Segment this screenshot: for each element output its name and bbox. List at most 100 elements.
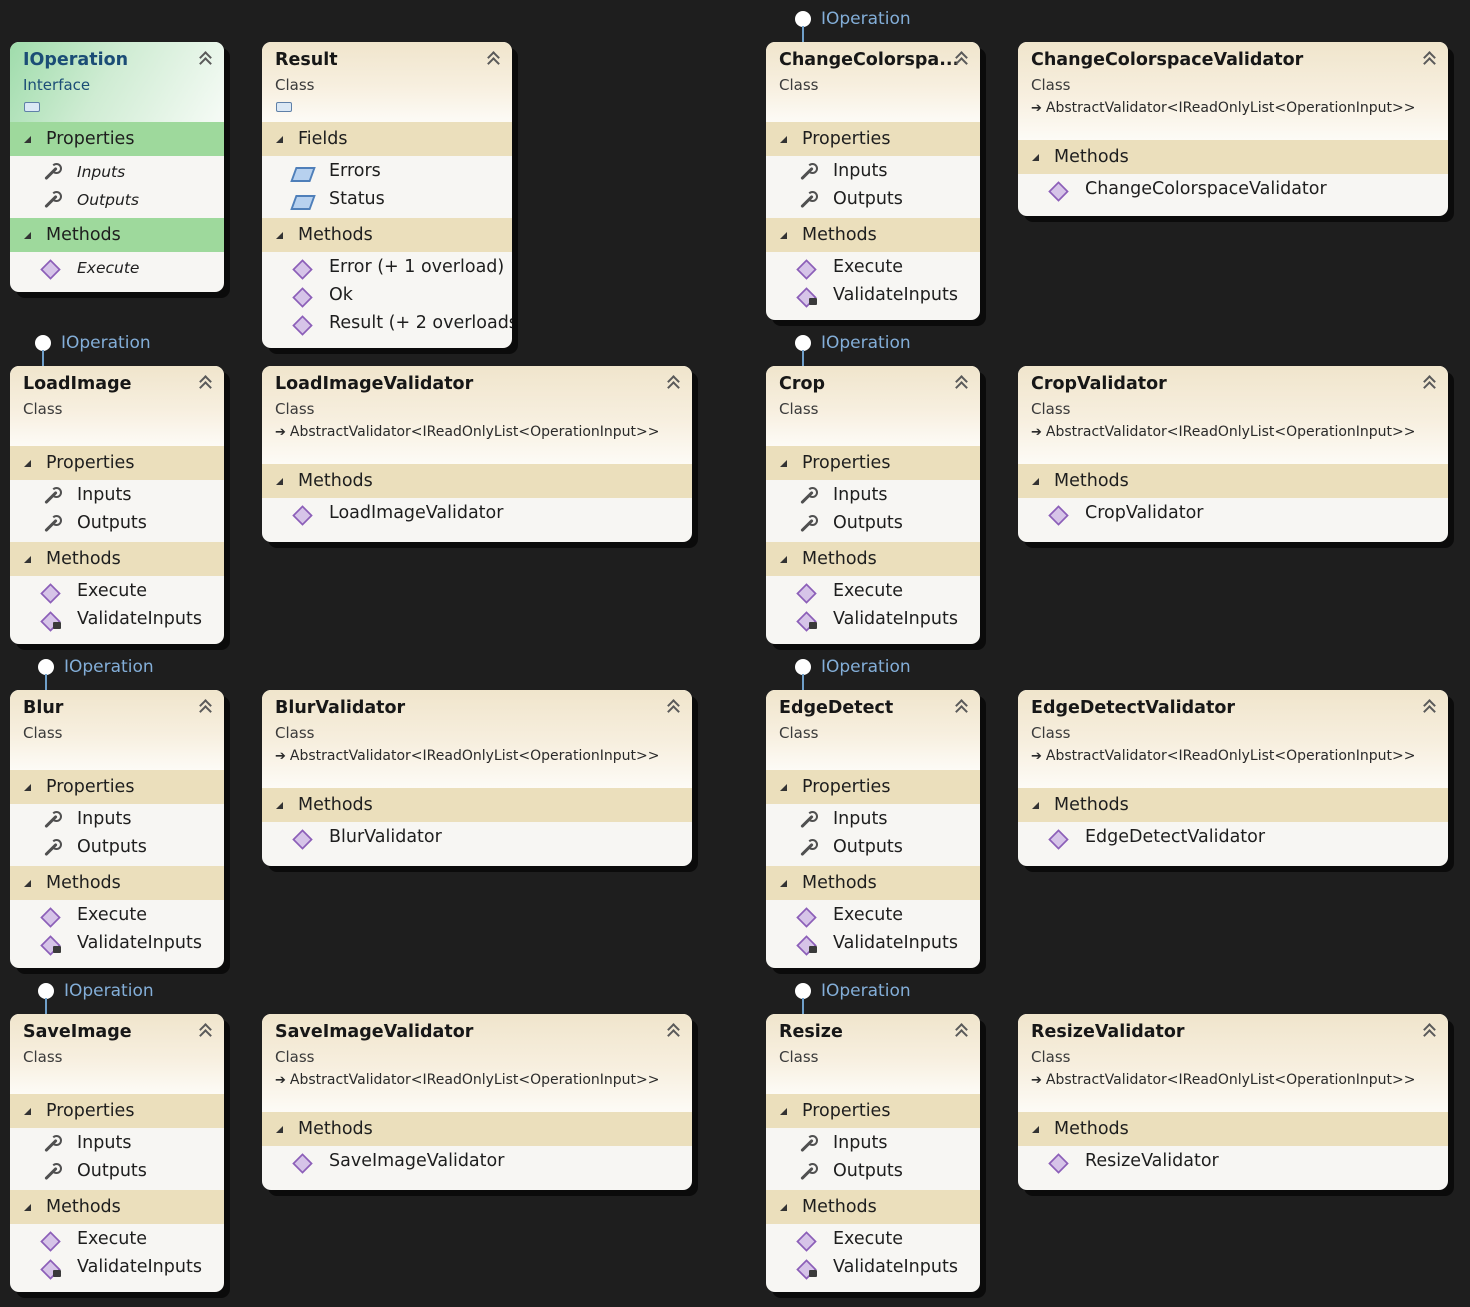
member-item[interactable]: CropValidator [1018,500,1448,528]
section-header-methods[interactable]: Methods [766,542,980,576]
class-box-loadimage[interactable]: LoadImage Class Properties Inputs Outputs Met… [10,366,224,644]
section-header-properties[interactable]: Properties [766,1094,980,1128]
section-header-properties[interactable]: Properties [10,122,224,156]
member-item[interactable]: ValidateInputs [766,606,980,634]
member-item[interactable]: BlurValidator [262,824,692,852]
member-item[interactable]: Status [262,186,512,214]
section-header-properties[interactable]: Properties [766,770,980,804]
section-header-methods[interactable]: Methods [262,1112,692,1146]
section-header-methods[interactable]: Methods [10,542,224,576]
collapse-chevron-icon[interactable] [198,50,212,66]
member-item[interactable]: Outputs [766,834,980,862]
collapse-chevron-icon[interactable] [666,698,680,714]
member-item[interactable]: ValidateInputs [766,930,980,958]
member-item[interactable]: Outputs [10,834,224,862]
collapse-chevron-icon[interactable] [1422,50,1436,66]
class-box-saveimagevalidator[interactable]: SaveImageValidator Class ➔ AbstractValidato… [262,1014,692,1190]
member-item[interactable]: Execute [766,254,980,282]
class-box-blurvalidator[interactable]: BlurValidator Class ➔ AbstractValidator<IRe… [262,690,692,866]
class-box-edgedetect[interactable]: EdgeDetect Class Properties Inputs Outputs Me… [766,690,980,968]
section-header-methods[interactable]: Methods [1018,788,1448,822]
collapse-chevron-icon[interactable] [666,374,680,390]
class-box-loadimagevalidator[interactable]: LoadImageValidator Class ➔ AbstractValidato… [262,366,692,542]
member-item[interactable]: Outputs [10,1158,224,1186]
section-header-methods[interactable]: Methods [10,866,224,900]
member-item[interactable]: ResizeValidator [1018,1148,1448,1176]
member-item[interactable]: Outputs [766,1158,980,1186]
member-item[interactable]: Error (+ 1 overload) [262,254,512,282]
collapse-chevron-icon[interactable] [954,1022,968,1038]
collapse-chevron-icon[interactable] [486,50,500,66]
member-item[interactable]: Inputs [10,806,224,834]
member-item[interactable]: Inputs [766,482,980,510]
section-header-properties[interactable]: Properties [10,1094,224,1128]
section-header-methods[interactable]: Methods [262,788,692,822]
collapse-chevron-icon[interactable] [1422,698,1436,714]
class-box-changecolorspa[interactable]: ChangeColorspa... Class Properties Inputs Ou… [766,42,980,320]
member-item[interactable]: Execute [10,578,224,606]
member-item[interactable]: Inputs [766,158,980,186]
class-box-resizevalidator[interactable]: ResizeValidator Class ➔ AbstractValidator<I… [1018,1014,1448,1190]
member-item[interactable]: Outputs [766,186,980,214]
member-item[interactable]: Execute [10,254,224,282]
member-item[interactable]: ValidateInputs [10,606,224,634]
class-box-blur[interactable]: Blur Class Properties Inputs Outputs Methods E… [10,690,224,968]
member-item[interactable]: Execute [10,902,224,930]
member-item[interactable]: Inputs [766,806,980,834]
collapse-chevron-icon[interactable] [198,374,212,390]
class-box-edgedetectvalidator[interactable]: EdgeDetectValidator Class ➔ AbstractValidat… [1018,690,1448,866]
section-header-properties[interactable]: Properties [766,122,980,156]
class-box-crop[interactable]: Crop Class Properties Inputs Outputs Methods E… [766,366,980,644]
member-item[interactable]: LoadImageValidator [262,500,692,528]
member-item[interactable]: ChangeColorspaceValidator [1018,176,1448,204]
member-item[interactable]: Result (+ 2 overloads) [262,310,512,338]
member-item[interactable]: Outputs [10,186,224,214]
section-header-methods[interactable]: Methods [262,464,692,498]
section-header-methods[interactable]: Methods [766,218,980,252]
member-item[interactable]: Inputs [766,1130,980,1158]
member-item[interactable]: Execute [766,1226,980,1254]
collapse-chevron-icon[interactable] [954,698,968,714]
class-box-resize[interactable]: Resize Class Properties Inputs Outputs Method… [766,1014,980,1292]
member-item[interactable]: SaveImageValidator [262,1148,692,1176]
member-item[interactable]: Outputs [10,510,224,538]
collapse-chevron-icon[interactable] [954,50,968,66]
member-item[interactable]: ValidateInputs [766,1254,980,1282]
collapse-chevron-icon[interactable] [954,374,968,390]
member-item[interactable]: Inputs [10,158,224,186]
member-item[interactable]: Inputs [10,482,224,510]
member-item[interactable]: ValidateInputs [10,930,224,958]
member-item[interactable]: Inputs [10,1130,224,1158]
class-box-changecolorspacevalidator[interactable]: ChangeColorspaceValidator Class ➔ AbstractV… [1018,42,1448,216]
collapse-chevron-icon[interactable] [1422,1022,1436,1038]
section-header-methods[interactable]: Methods [10,218,224,252]
member-item[interactable]: Ok [262,282,512,310]
section-header-properties[interactable]: Properties [10,446,224,480]
section-header-fields[interactable]: Fields [262,122,512,156]
class-box-cropvalidator[interactable]: CropValidator Class ➔ AbstractValidator<IRe… [1018,366,1448,542]
class-box-ioperation[interactable]: IOperation Interface Properties Inputs Outpu… [10,42,224,292]
section-header-methods[interactable]: Methods [766,866,980,900]
member-item[interactable]: Execute [766,902,980,930]
section-header-methods[interactable]: Methods [262,218,512,252]
collapse-chevron-icon[interactable] [198,1022,212,1038]
member-item[interactable]: Execute [766,578,980,606]
section-header-methods[interactable]: Methods [1018,140,1448,174]
member-item[interactable]: Execute [10,1226,224,1254]
collapse-chevron-icon[interactable] [666,1022,680,1038]
section-header-properties[interactable]: Properties [10,770,224,804]
member-item[interactable]: ValidateInputs [10,1254,224,1282]
member-item[interactable]: Outputs [766,510,980,538]
section-header-methods[interactable]: Methods [10,1190,224,1224]
section-header-methods[interactable]: Methods [1018,1112,1448,1146]
collapse-chevron-icon[interactable] [198,698,212,714]
section-header-properties[interactable]: Properties [766,446,980,480]
section-header-methods[interactable]: Methods [766,1190,980,1224]
class-box-result[interactable]: Result Class Fields Errors Status Methods Erro… [262,42,512,348]
member-item[interactable]: Errors [262,158,512,186]
section-header-methods[interactable]: Methods [1018,464,1448,498]
class-box-saveimage[interactable]: SaveImage Class Properties Inputs Outputs Met… [10,1014,224,1292]
member-item[interactable]: ValidateInputs [766,282,980,310]
collapse-chevron-icon[interactable] [1422,374,1436,390]
member-item[interactable]: EdgeDetectValidator [1018,824,1448,852]
